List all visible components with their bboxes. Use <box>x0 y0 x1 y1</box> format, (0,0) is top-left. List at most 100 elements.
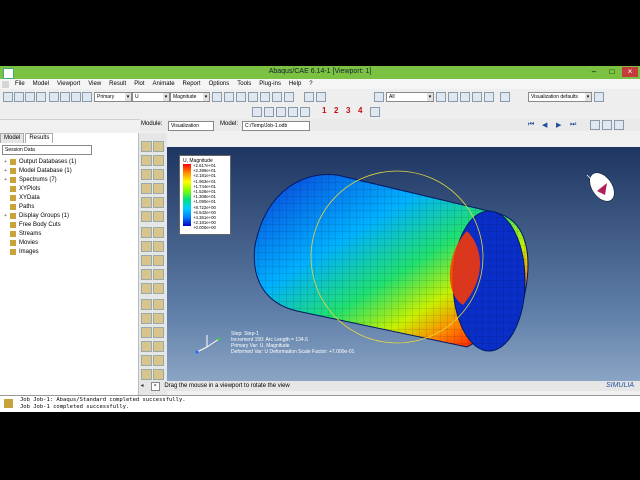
view-cut-icon[interactable] <box>141 255 152 266</box>
view-bottom-icon[interactable] <box>300 107 310 117</box>
frame-selector-icon[interactable] <box>602 120 612 130</box>
box-zoom-icon[interactable] <box>272 92 282 102</box>
replace-selected-icon[interactable] <box>153 269 164 280</box>
movie-icon[interactable] <box>614 120 624 130</box>
viewport-2-button[interactable]: 2 <box>334 106 338 115</box>
animate-harmonic-icon[interactable] <box>141 211 152 222</box>
overlay-plot-icon[interactable] <box>153 313 164 324</box>
step-icon[interactable] <box>82 92 92 102</box>
contour-options-icon[interactable] <box>141 183 152 194</box>
pan-icon[interactable] <box>224 92 234 102</box>
menu-view[interactable]: View <box>84 81 105 87</box>
menu-report[interactable]: Report <box>179 81 205 87</box>
animate-scale-icon[interactable] <box>141 197 152 208</box>
common-options-icon[interactable] <box>153 299 164 310</box>
tree-item-xyplots[interactable]: XYPlots <box>4 184 76 193</box>
stream-icon[interactable] <box>153 283 164 294</box>
free-body-icon[interactable] <box>141 283 152 294</box>
invariant-combo[interactable]: Magnitude ▾ <box>170 92 210 102</box>
module-combo[interactable]: Visualization <box>168 121 214 131</box>
view-cut-manager-icon[interactable] <box>153 255 164 266</box>
viewport-3-button[interactable]: 3 <box>346 106 350 115</box>
tree-item-display-groups[interactable]: + Display Groups (1) <box>4 211 76 220</box>
rotate-icon[interactable] <box>236 92 246 102</box>
tree-item-output-databases[interactable]: + Output Databases (1) <box>4 157 76 166</box>
animate-time-icon[interactable] <box>153 197 164 208</box>
save-icon[interactable] <box>25 92 35 102</box>
allow-multiple-plots-icon[interactable] <box>153 169 164 180</box>
info-icon[interactable] <box>500 92 510 102</box>
plot-material-orientations-icon[interactable] <box>141 169 152 180</box>
viewport-4-button[interactable]: 4 <box>358 106 362 115</box>
field-output-icon[interactable] <box>49 92 59 102</box>
tree-item-spectrums[interactable]: + Spectrums (7) <box>4 175 76 184</box>
animation-options-icon[interactable] <box>153 211 164 222</box>
back-arrow-icon[interactable]: ◂ <box>139 381 145 391</box>
open-file-icon[interactable] <box>14 92 24 102</box>
view-side-icon[interactable] <box>276 107 286 117</box>
model-combo[interactable]: C:/Temp/Job-1.odb <box>242 121 310 131</box>
create-text-icon[interactable] <box>153 355 164 366</box>
select-icon-5[interactable] <box>484 92 494 102</box>
first-frame-icon[interactable]: ⏮ <box>528 121 534 129</box>
plot-viewport-annotations-icon[interactable] <box>141 355 152 366</box>
menu-file[interactable]: File <box>11 81 29 87</box>
close-icon[interactable]: × <box>622 67 638 77</box>
previous-frame-icon[interactable]: ◀ <box>542 121 547 129</box>
menu-animate[interactable]: Animate <box>149 81 179 87</box>
refresh-icon[interactable] <box>212 92 222 102</box>
menu-options[interactable]: Options <box>205 81 234 87</box>
tree-item-model-database[interactable]: + Model Database (1) <box>4 166 76 175</box>
minimize-icon[interactable]: – <box>586 67 602 77</box>
last-frame-icon[interactable]: ⏭ <box>570 121 576 129</box>
probe-values-icon[interactable] <box>141 341 152 352</box>
tree-item-images[interactable]: Images <box>4 247 76 256</box>
tab-results[interactable]: Results <box>25 133 54 143</box>
menu-tools[interactable]: Tools <box>233 81 255 87</box>
plot-contours-icon[interactable] <box>141 155 152 166</box>
plot-deformed-icon[interactable] <box>153 141 164 152</box>
view-iso-icon[interactable] <box>252 107 262 117</box>
zoom-icon[interactable] <box>260 92 270 102</box>
tree-item-free-body-cuts[interactable]: Free Body Cuts <box>4 220 76 229</box>
select-arrow-icon[interactable] <box>374 92 384 102</box>
query-icon[interactable] <box>304 92 314 102</box>
menu-help-pointer[interactable]: ? <box>305 81 316 87</box>
selection-filter-combo[interactable]: All ▾ <box>386 92 434 102</box>
message-area-icon[interactable] <box>4 399 13 408</box>
new-file-icon[interactable] <box>3 92 13 102</box>
tree-item-movies[interactable]: Movies <box>4 238 76 247</box>
annotation-manager-icon[interactable] <box>153 369 164 380</box>
primary-step-icon[interactable] <box>71 92 81 102</box>
display-group-icon[interactable] <box>141 269 152 280</box>
symbol-options-icon[interactable] <box>153 183 164 194</box>
tree-item-paths[interactable]: Paths <box>4 202 76 211</box>
magnify-icon[interactable] <box>248 92 258 102</box>
session-data-combo[interactable]: Session Data <box>2 145 92 155</box>
common-options-icon[interactable] <box>60 92 70 102</box>
view-front-icon[interactable] <box>264 107 274 117</box>
play-icon[interactable]: ▶ <box>556 121 561 129</box>
tab-model[interactable]: Model <box>0 133 25 143</box>
create-path-icon[interactable] <box>141 241 152 252</box>
auto-fit-icon[interactable] <box>284 92 294 102</box>
plot-symbols-icon[interactable] <box>153 155 164 166</box>
select-icon-4[interactable] <box>472 92 482 102</box>
triad-icon[interactable] <box>370 107 380 117</box>
viewport-canvas[interactable]: U, Magnitude +2.617e+01 +2.399e+01 +2.18… <box>167 147 640 381</box>
result-options-icon[interactable] <box>141 299 152 310</box>
menu-help[interactable]: Help <box>285 81 305 87</box>
menu-plot[interactable]: Plot <box>130 81 148 87</box>
maximize-icon[interactable]: □ <box>604 67 620 77</box>
tree-item-streams[interactable]: Streams <box>4 229 76 238</box>
cancel-procedure-icon[interactable]: × <box>150 382 160 391</box>
query-tool-icon[interactable] <box>141 327 152 338</box>
output-type-combo[interactable]: Primary ▾ <box>94 92 132 102</box>
create-xydata-icon[interactable] <box>141 227 152 238</box>
colors-icon[interactable] <box>594 92 604 102</box>
superimpose-options-icon[interactable] <box>141 313 152 324</box>
view-top-icon[interactable] <box>288 107 298 117</box>
variable-combo[interactable]: U ▾ <box>132 92 170 102</box>
select-icon-2[interactable] <box>448 92 458 102</box>
select-icon-3[interactable] <box>460 92 470 102</box>
